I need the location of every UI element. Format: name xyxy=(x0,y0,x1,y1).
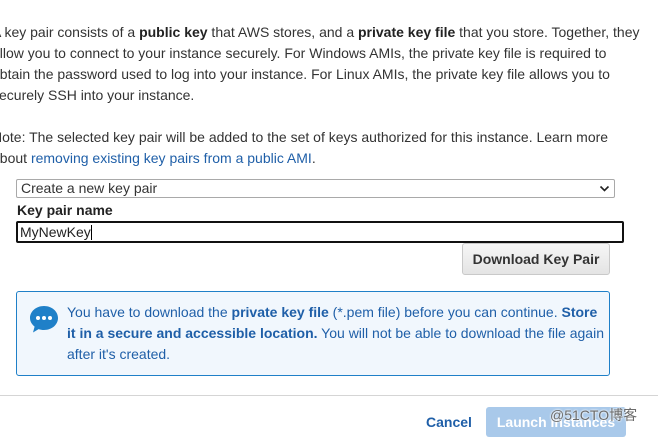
alert-bold: it in a secure and accessible location. xyxy=(67,325,318,341)
alert-text: You have to download the xyxy=(67,304,232,320)
key-pair-select-value: Create a new key pair xyxy=(21,180,158,196)
watermark: @51CTO博客 xyxy=(550,407,638,423)
description-text: that you store. Together, they xyxy=(455,24,640,40)
key-pair-description: A key pair consists of a public key that… xyxy=(0,22,652,106)
alert-text: You will not be able to download the fil… xyxy=(317,325,604,341)
note-paragraph: Note: The selected key pair will be adde… xyxy=(0,127,652,169)
download-alert: You have to download the private key fil… xyxy=(16,291,610,376)
chevron-down-icon xyxy=(599,185,610,192)
text-caret xyxy=(90,225,92,240)
description-bold: public key xyxy=(139,24,208,40)
note-text: Note: The selected key pair will be adde… xyxy=(0,129,609,145)
alert-text: after it's created. xyxy=(67,346,171,362)
alert-message: You have to download the private key fil… xyxy=(67,302,612,365)
alert-bold: Store xyxy=(561,304,598,320)
note-text: . xyxy=(311,150,316,166)
alert-text: (*.pem file) before you can continue. xyxy=(328,304,562,320)
remove-key-pairs-link[interactable]: removing existing key pairs from a publi… xyxy=(31,150,312,166)
key-pair-name-input[interactable]: MyNewKey xyxy=(16,221,624,243)
description-text: that AWS stores, and a xyxy=(207,24,358,40)
download-key-pair-button[interactable]: Download Key Pair xyxy=(462,243,610,275)
description-text: obtain the password used to log into you… xyxy=(0,66,610,82)
description-text: securely SSH into your instance. xyxy=(0,87,195,103)
cancel-button[interactable]: Cancel xyxy=(426,414,472,430)
description-text: A key pair consists of a xyxy=(0,24,140,40)
key-pair-select[interactable]: Create a new key pair xyxy=(16,179,615,198)
alert-bold: private key file xyxy=(231,304,329,320)
key-pair-name-label: Key pair name xyxy=(17,202,113,218)
speech-bubble-icon xyxy=(30,306,58,333)
note-text: about xyxy=(0,150,28,166)
key-pair-name-value: MyNewKey xyxy=(20,224,91,240)
footer-divider xyxy=(0,395,658,396)
description-text: allow you to connect to your instance se… xyxy=(0,45,607,61)
description-bold: private key file xyxy=(358,24,456,40)
